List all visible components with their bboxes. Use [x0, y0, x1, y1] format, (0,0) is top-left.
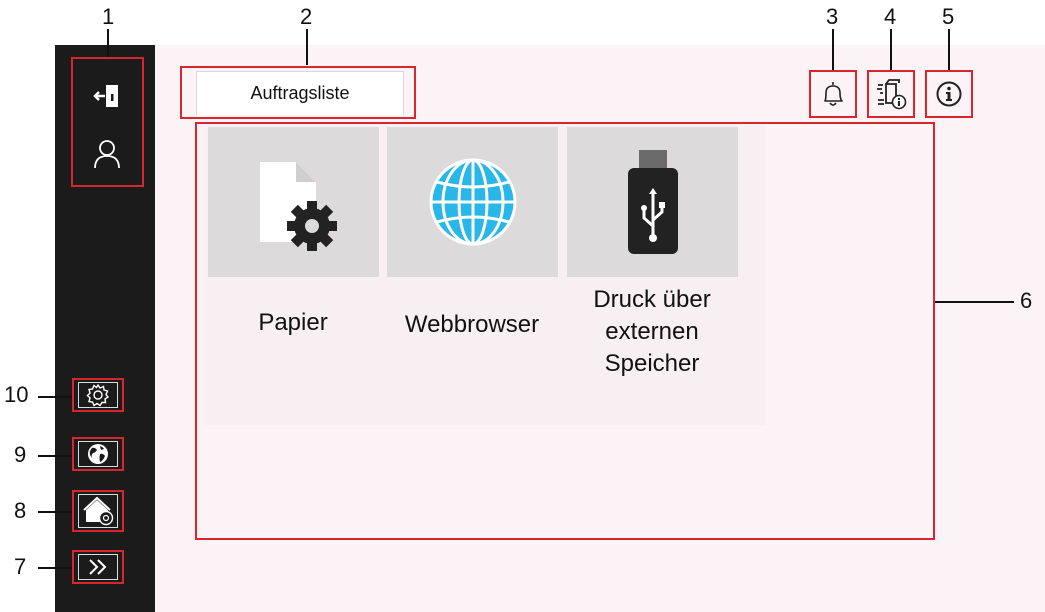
language-button[interactable]: [72, 437, 124, 471]
home-settings-button[interactable]: [72, 490, 124, 532]
user-icon: [94, 140, 120, 169]
callout-9: 9: [14, 442, 27, 467]
leader-line-6: [934, 301, 1014, 303]
callout-10: 10: [4, 382, 29, 407]
expand-button[interactable]: [72, 550, 124, 584]
callout-8: 8: [14, 498, 27, 523]
expand-chevron-icon: [89, 559, 107, 575]
leader-line-3: [832, 29, 834, 71]
settings-icon: [86, 383, 110, 407]
tile-usb-print-label: Druck über externen Speicher: [593, 286, 711, 377]
tile-webbrowser-label: Webbrowser: [404, 311, 540, 338]
paper-settings-icon: [259, 162, 337, 251]
callout-2: 2: [300, 4, 313, 29]
tile-webbrowser[interactable]: [387, 127, 558, 277]
leader-line-9: [38, 455, 72, 457]
language-globe-icon: [88, 444, 108, 464]
leader-line-2: [306, 29, 308, 65]
callout-4: 4: [884, 4, 897, 29]
bell-icon: [824, 82, 843, 106]
info-icon: [936, 81, 962, 107]
tile-paper[interactable]: [208, 127, 379, 277]
leader-line-7: [38, 567, 72, 569]
tile-paper-label: Papier: [258, 309, 328, 336]
language-button-frame: [78, 441, 118, 467]
leader-line-1: [107, 29, 109, 57]
settings-button-frame: [78, 382, 118, 408]
device-info-button[interactable]: [869, 72, 913, 116]
tab-job-list-label: Auftragsliste: [250, 83, 350, 103]
user-button[interactable]: [76, 128, 138, 180]
leader-line-10: [38, 396, 72, 398]
leader-line-4: [890, 29, 892, 71]
expand-button-frame: [78, 554, 118, 580]
leader-line-8: [38, 511, 72, 513]
home-settings-icon: [83, 496, 114, 526]
globe-icon: [429, 158, 516, 246]
leader-line-5: [948, 29, 950, 71]
home-settings-button-frame: [78, 494, 118, 528]
callout-3: 3: [826, 4, 839, 29]
info-button[interactable]: [927, 72, 971, 116]
tab-job-list[interactable]: Auftragsliste: [196, 71, 404, 115]
tile-usb-print[interactable]: [567, 127, 738, 277]
device-info-icon: [877, 79, 907, 110]
callout-5: 5: [942, 4, 955, 29]
logout-button[interactable]: [76, 72, 138, 120]
usb-drive-icon: [627, 150, 678, 254]
callout-1: 1: [102, 4, 115, 29]
settings-button[interactable]: [72, 378, 124, 412]
callout-7: 7: [14, 554, 27, 579]
callout-6: 6: [1020, 288, 1033, 313]
notification-button[interactable]: [811, 72, 855, 116]
logout-icon: [93, 85, 118, 107]
